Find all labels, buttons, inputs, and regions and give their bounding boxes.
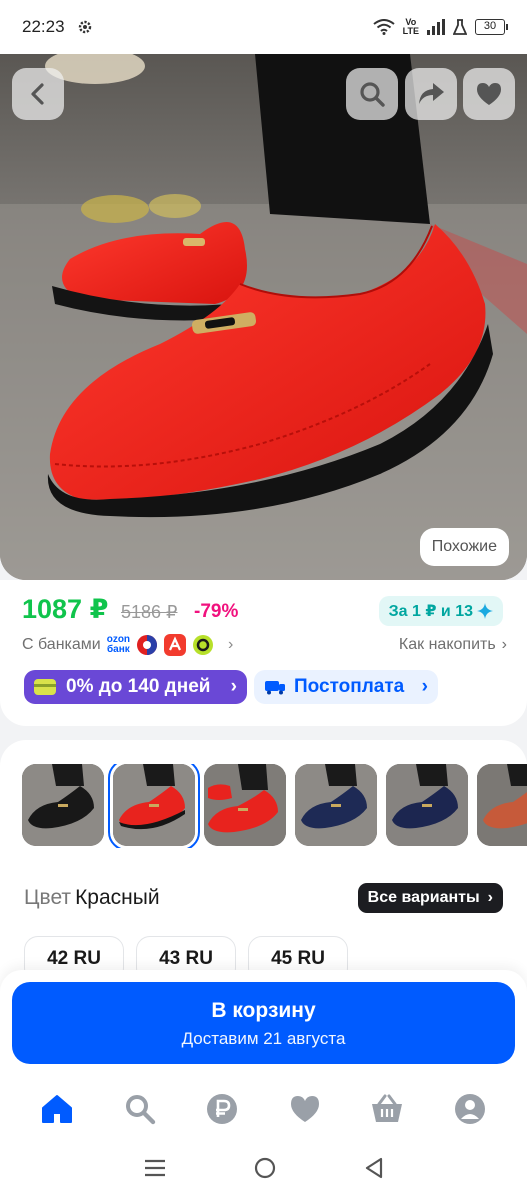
- bonus-text: За 1 ₽ и 13: [388, 603, 473, 620]
- heart-icon: [477, 83, 501, 105]
- nav-home[interactable]: [35, 1087, 79, 1131]
- profile-icon: [454, 1094, 485, 1124]
- all-variants-button[interactable]: Все варианты ›: [357, 883, 503, 913]
- chevron-left-icon: [31, 83, 44, 105]
- thumb-orange[interactable]: [477, 764, 527, 846]
- menu-icon: [144, 1159, 165, 1176]
- search-icon: [360, 82, 385, 107]
- thumb-black[interactable]: [22, 764, 104, 846]
- shoe-thumbnail-orange: [477, 764, 527, 846]
- cart-delivery-date: Доставим 21 августа: [181, 1029, 346, 1048]
- chevron-right-icon: ›: [228, 636, 234, 653]
- chevron-right-icon: ›: [501, 636, 507, 653]
- chevron-right-icon: ›: [421, 676, 428, 697]
- nav-ozon-pay[interactable]: [200, 1087, 244, 1131]
- share-arrow-icon: [419, 83, 444, 104]
- thumb-red-selected[interactable]: [108, 764, 200, 848]
- recent-apps-button[interactable]: [144, 1158, 166, 1183]
- product-screen: 22:23 Vo LTE 30 Похожие 1087 ₽ 5186 ₽ -7…: [0, 0, 527, 1200]
- thumb-navy-2[interactable]: [386, 764, 468, 846]
- nav-cart[interactable]: [365, 1087, 409, 1131]
- bottom-navigation: [0, 1078, 527, 1140]
- lab-flask-icon: [453, 19, 467, 35]
- banks-label: С банками: [22, 636, 101, 653]
- back-button-system[interactable]: [364, 1157, 384, 1184]
- chevron-right-icon: ›: [230, 676, 237, 697]
- home-icon: [42, 1095, 73, 1123]
- heart-icon: [290, 1096, 319, 1122]
- system-navigation: [0, 1140, 527, 1200]
- basket-icon: [372, 1094, 403, 1122]
- battery-icon: 30: [475, 19, 508, 35]
- truck-card-icon: [265, 681, 285, 695]
- nav-favorites[interactable]: [283, 1087, 327, 1131]
- postpay-button[interactable]: Постоплата ›: [254, 670, 438, 704]
- current-price: 1087 ₽: [22, 594, 109, 624]
- bank-offers-row[interactable]: С банками ozon банк › Как накопить ›: [22, 632, 507, 658]
- shoe-thumbnail-red: [204, 764, 286, 846]
- all-variants-text: Все варианты: [367, 889, 480, 906]
- wifi-icon: [373, 19, 395, 35]
- installment-text: 0% до 140 дней: [66, 676, 211, 697]
- similar-button[interactable]: Похожие: [419, 528, 509, 566]
- postpay-text: Постоплата: [294, 676, 405, 697]
- installment-button[interactable]: 0% до 140 дней ›: [24, 670, 247, 704]
- color-label: Цвет: [24, 886, 72, 909]
- color-value: Красный: [75, 886, 160, 909]
- shoe-thumbnail-navy: [386, 764, 468, 846]
- thumb-navy[interactable]: [295, 764, 377, 846]
- shoe-photo: [0, 54, 527, 580]
- lte-indicator: Vo LTE: [403, 18, 419, 36]
- status-right: Vo LTE 30: [373, 18, 508, 36]
- shoe-thumbnail-black: [22, 764, 104, 846]
- back-button[interactable]: [12, 68, 64, 120]
- add-to-cart-button[interactable]: В корзину Доставим 21 августа: [12, 982, 515, 1064]
- cart-bar: В корзину Доставим 21 августа: [0, 970, 527, 1078]
- search-icon: [125, 1095, 155, 1125]
- signal-icon: [427, 19, 445, 35]
- ozon-bank-logo: ozon банк: [107, 635, 130, 655]
- back-triangle-icon: [365, 1157, 382, 1178]
- home-circle-icon: [254, 1157, 275, 1178]
- bank-logo-red-icon: [164, 634, 187, 656]
- cart-title: В корзину: [211, 999, 316, 1022]
- sparkle-icon: [477, 603, 493, 619]
- price-card: 1087 ₽ 5186 ₽ -79% За 1 ₽ и 13 С банками…: [0, 580, 527, 726]
- ruble-icon: [207, 1094, 238, 1124]
- chevron-right-icon: ›: [487, 889, 493, 906]
- color-thumbnails[interactable]: [22, 764, 527, 848]
- old-price: 5186 ₽: [121, 602, 178, 622]
- bank-logo-red-blue-icon: [137, 635, 158, 655]
- lte-bottom: LTE: [402, 26, 419, 36]
- shoe-thumbnail-red: [113, 764, 195, 846]
- bank-logo-green-icon: [193, 635, 214, 655]
- settings-gear-icon: [78, 20, 91, 34]
- how-to-save-link[interactable]: Как накопить ›: [399, 636, 507, 654]
- search-button[interactable]: [346, 68, 398, 120]
- nav-profile[interactable]: [448, 1087, 492, 1131]
- shoe-thumbnail-navy: [295, 764, 377, 846]
- how-to-save-text: Как накопить: [398, 636, 496, 653]
- bonus-badge[interactable]: За 1 ₽ и 13: [378, 596, 503, 626]
- thumb-red[interactable]: [204, 764, 286, 846]
- home-button[interactable]: [253, 1156, 277, 1185]
- nav-search[interactable]: [118, 1087, 162, 1131]
- status-bar: 22:23 Vo LTE 30: [0, 0, 527, 54]
- discount-badge: -79%: [194, 601, 239, 622]
- ozon-bank-logo-line2: банк: [106, 644, 130, 655]
- favorite-button[interactable]: [463, 68, 515, 120]
- color-selection: Цвет Красный: [24, 886, 160, 910]
- card-icon: [34, 679, 56, 695]
- share-button[interactable]: [405, 68, 457, 120]
- product-image[interactable]: Похожие: [0, 54, 527, 580]
- status-time: 22:23: [22, 17, 65, 36]
